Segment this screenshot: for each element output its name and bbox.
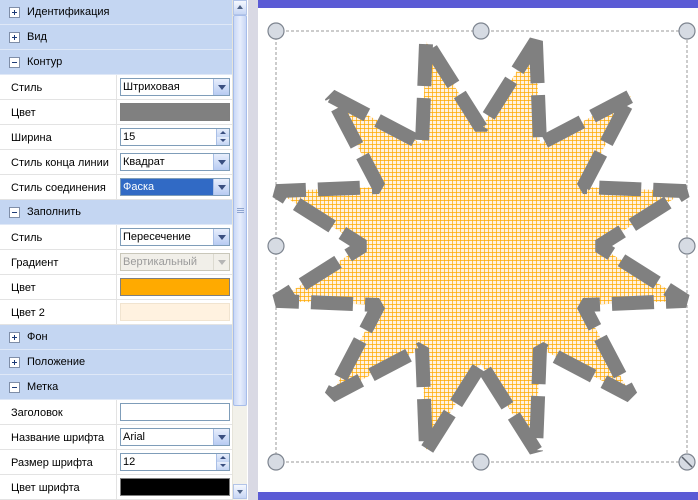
section-title: Контур [27,56,63,68]
gradient-select: Вертикальный [120,253,230,271]
prop-label: Стиль [11,82,43,94]
caption-input[interactable] [120,403,230,421]
property-grid: Идентификация Вид Контур Стиль Штриховая… [0,0,232,500]
chevron-down-icon[interactable] [213,79,229,95]
star-shape[interactable] [272,37,690,455]
section-title: Фон [27,331,48,343]
circle-handle-icon[interactable] [678,22,696,40]
prop-label: Стиль соединения [11,182,106,194]
expand-icon[interactable] [9,332,20,343]
section-fill[interactable]: Заполнить [0,200,232,225]
stepper-value: 15 [123,131,136,143]
chevron-down-icon[interactable] [213,429,229,445]
chevron-down-icon[interactable] [213,229,229,245]
chevron-down-icon[interactable] [213,179,229,195]
circle-handle-icon[interactable] [678,237,696,255]
prop-label: Стиль конца линии [11,157,109,169]
expand-icon[interactable] [9,7,20,18]
collapse-icon[interactable] [9,57,20,68]
select-value: Квадрат [123,156,165,168]
section-title: Заполнить [27,206,82,218]
select-value: Штриховая [123,81,180,93]
prop-label: Цвет 2 [11,307,45,319]
collapse-icon[interactable] [9,207,20,218]
prop-contour-width: Ширина 15 [0,125,232,150]
prop-font-color: Цвет шрифта [0,475,232,500]
properties-panel: Идентификация Вид Контур Стиль Штриховая… [0,0,247,500]
select-value: Фаска [123,181,155,193]
circle-handle-icon[interactable] [472,22,490,40]
prop-caption: Заголовок [0,400,232,425]
section-title: Метка [27,381,59,393]
prop-contour-color: Цвет [0,100,232,125]
scrollbar-thumb[interactable] [233,15,247,406]
contour-color-swatch[interactable] [120,103,230,121]
collapse-icon[interactable] [9,382,20,393]
select-value: Вертикальный [123,256,197,268]
stepper-up-icon[interactable] [216,129,229,137]
prop-label: Цвет шрифта [11,482,80,494]
section-background[interactable]: Фон [0,325,232,350]
prop-fill-color: Цвет [0,275,232,300]
section-contour[interactable]: Контур [0,50,232,75]
line-cap-select[interactable]: Квадрат [120,153,230,171]
select-value: Пересечение [123,231,191,243]
prop-label: Заголовок [11,407,63,419]
section-label[interactable]: Метка [0,375,232,400]
circle-handle-icon[interactable] [267,237,285,255]
prop-line-join: Стиль соединения Фаска [0,175,232,200]
prop-label: Название шрифта [11,432,105,444]
section-position[interactable]: Положение [0,350,232,375]
section-view[interactable]: Вид [0,25,232,50]
stepper-down-icon[interactable] [216,137,229,145]
select-value: Arial [123,431,146,443]
prop-label: Цвет [11,107,36,119]
prop-label: Ширина [11,132,52,144]
fill-style-select[interactable]: Пересечение [120,228,230,246]
font-name-select[interactable]: Arial [120,428,230,446]
stepper-value: 12 [123,456,136,468]
fill-color2-swatch[interactable] [120,303,230,321]
prop-fill-color2: Цвет 2 [0,300,232,325]
font-size-stepper[interactable]: 12 [120,453,230,471]
circle-handle-icon[interactable] [472,453,490,471]
contour-style-select[interactable]: Штриховая [120,78,230,96]
chevron-down-icon[interactable] [213,154,229,170]
scroll-down-icon[interactable] [233,484,247,499]
section-title: Положение [27,356,86,368]
expand-icon[interactable] [9,32,20,43]
prop-fill-style: Стиль Пересечение [0,225,232,250]
stepper-up-icon[interactable] [216,454,229,462]
canvas-stage[interactable] [248,0,698,500]
prop-font-size: Размер шрифта 12 [0,450,232,475]
prop-label: Размер шрифта [11,457,93,469]
prop-label: Градиент [11,257,59,269]
section-title: Идентификация [27,6,110,18]
vertical-scrollbar[interactable] [232,0,247,500]
stepper-down-icon[interactable] [216,462,229,470]
line-join-select[interactable]: Фаска [120,178,230,196]
circle-handle-icon[interactable] [267,453,285,471]
prop-contour-style: Стиль Штриховая [0,75,232,100]
prop-label: Стиль [11,232,43,244]
chevron-down-icon [213,254,229,270]
prop-font-name: Название шрифта Arial [0,425,232,450]
prop-line-cap: Стиль конца линии Квадрат [0,150,232,175]
circle-handle-icon[interactable] [267,22,285,40]
font-color-swatch[interactable] [120,478,230,496]
section-title: Вид [27,31,47,43]
contour-width-stepper[interactable]: 15 [120,128,230,146]
prop-label: Цвет [11,282,36,294]
expand-icon[interactable] [9,357,20,368]
section-identification[interactable]: Идентификация [0,0,232,25]
scroll-up-icon[interactable] [233,0,247,15]
prop-fill-gradient: Градиент Вертикальный [0,250,232,275]
fill-color-swatch[interactable] [120,278,230,296]
